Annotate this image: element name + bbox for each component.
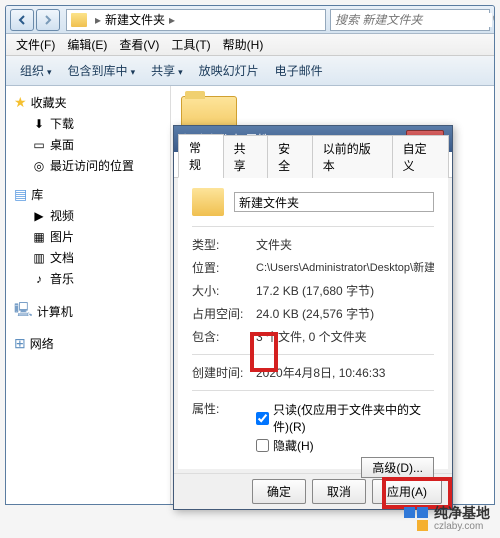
address-bar[interactable]: ▸ 新建文件夹 ▸ [66,9,326,31]
chevron-right-icon: ▸ [169,13,175,27]
label-contains: 包含: [192,328,256,345]
dialog-body: 类型:文件夹 位置:C:\Users\Administrator\Desktop… [178,178,448,469]
label-readonly: 只读(仅应用于文件夹中的文件)(R) [273,401,434,435]
sidebar: ★收藏夹 ⬇下载 ▭桌面 ◎最近访问的位置 ▤库 ▶视频 ▦图片 ▥文档 ♪音乐… [6,86,171,504]
sidebar-network[interactable]: ⊞网络 [6,333,170,354]
download-icon: ⬇ [32,117,46,131]
sidebar-item-desktop[interactable]: ▭桌面 [6,134,170,155]
menu-bar: 文件(F) 编辑(E) 查看(V) 工具(T) 帮助(H) [6,34,494,56]
sidebar-item-pictures[interactable]: ▦图片 [6,226,170,247]
label-size: 大小: [192,282,256,299]
watermark-logo-icon [404,507,428,531]
search-box[interactable]: 🔍 [330,9,490,31]
star-icon: ★ [14,94,27,111]
label-created: 创建时间: [192,364,256,381]
picture-icon: ▦ [32,230,46,244]
document-icon: ▥ [32,251,46,265]
music-icon: ♪ [32,272,46,286]
checkbox-readonly[interactable] [256,412,269,425]
menu-tools[interactable]: 工具(T) [165,34,216,55]
computer-icon: 🖳 [14,299,33,323]
value-contains: 3 个文件, 0 个文件夹 [256,328,434,345]
cancel-button[interactable]: 取消 [312,479,366,504]
watermark: 纯净基地 czlaby.com [404,506,490,532]
menu-edit[interactable]: 编辑(E) [61,34,113,55]
folder-icon [192,188,224,216]
tab-security[interactable]: 安全 [267,135,313,178]
dialog-buttons: 确定 取消 应用(A) [174,473,452,509]
value-type: 文件夹 [256,236,434,253]
tab-general[interactable]: 常规 [178,134,224,178]
chevron-right-icon: ▸ [95,13,101,27]
apply-button[interactable]: 应用(A) [372,479,442,504]
sidebar-item-downloads[interactable]: ⬇下载 [6,113,170,134]
tb-organize[interactable]: 组织 [12,59,60,82]
tb-share[interactable]: 共享 [143,59,191,82]
value-location: C:\Users\Administrator\Desktop\新建文件夹 [256,259,434,276]
menu-file[interactable]: 文件(F) [10,34,61,55]
titlebar: ▸ 新建文件夹 ▸ 🔍 [6,6,494,34]
advanced-button[interactable]: 高级(D)... [361,457,434,478]
sidebar-favorites[interactable]: ★收藏夹 [6,92,170,113]
video-icon: ▶ [32,209,46,223]
sidebar-item-documents[interactable]: ▥文档 [6,247,170,268]
menu-view[interactable]: 查看(V) [113,34,165,55]
breadcrumb[interactable]: 新建文件夹 [105,11,165,28]
network-icon: ⊞ [14,335,26,352]
tb-include-library[interactable]: 包含到库中 [60,59,144,82]
value-size: 17.2 KB (17,680 字节) [256,282,434,299]
desktop-icon: ▭ [32,138,46,152]
properties-dialog: 新建文件夹 属性 ✕ 常规 共享 安全 以前的版本 自定义 类型:文件夹 位置:… [173,125,453,510]
label-location: 位置: [192,259,256,276]
sidebar-item-music[interactable]: ♪音乐 [6,268,170,289]
sidebar-computer[interactable]: 🖳计算机 [6,297,170,325]
tab-sharing[interactable]: 共享 [223,135,269,178]
recent-icon: ◎ [32,159,46,173]
tab-customize[interactable]: 自定义 [392,135,449,178]
value-created: 2020年4月8日, 10:46:33 [256,364,434,381]
watermark-url: czlaby.com [434,521,490,532]
nav-back-button[interactable] [10,9,34,31]
dialog-tabs: 常规 共享 安全 以前的版本 自定义 [174,152,452,178]
label-type: 类型: [192,236,256,253]
value-sizeondisk: 24.0 KB (24,576 字节) [256,305,434,322]
folder-name-input[interactable] [234,192,434,212]
label-attributes: 属性: [192,400,256,417]
sidebar-libraries[interactable]: ▤库 [6,184,170,205]
ok-button[interactable]: 确定 [252,479,306,504]
label-sizeondisk: 占用空间: [192,305,256,322]
sidebar-item-recent[interactable]: ◎最近访问的位置 [6,155,170,176]
tab-previous[interactable]: 以前的版本 [312,135,393,178]
search-icon: 🔍 [492,13,495,27]
label-hidden: 隐藏(H) [273,437,314,454]
toolbar: 组织 包含到库中 共享 放映幻灯片 电子邮件 [6,56,494,86]
tb-email[interactable]: 电子邮件 [267,59,331,82]
watermark-name: 纯净基地 [434,506,490,521]
folder-icon [71,13,87,27]
library-icon: ▤ [14,186,27,203]
menu-help[interactable]: 帮助(H) [217,34,270,55]
sidebar-item-videos[interactable]: ▶视频 [6,205,170,226]
checkbox-hidden[interactable] [256,439,269,452]
search-input[interactable] [335,13,492,27]
nav-forward-button[interactable] [36,9,60,31]
tb-slideshow[interactable]: 放映幻灯片 [191,59,267,82]
